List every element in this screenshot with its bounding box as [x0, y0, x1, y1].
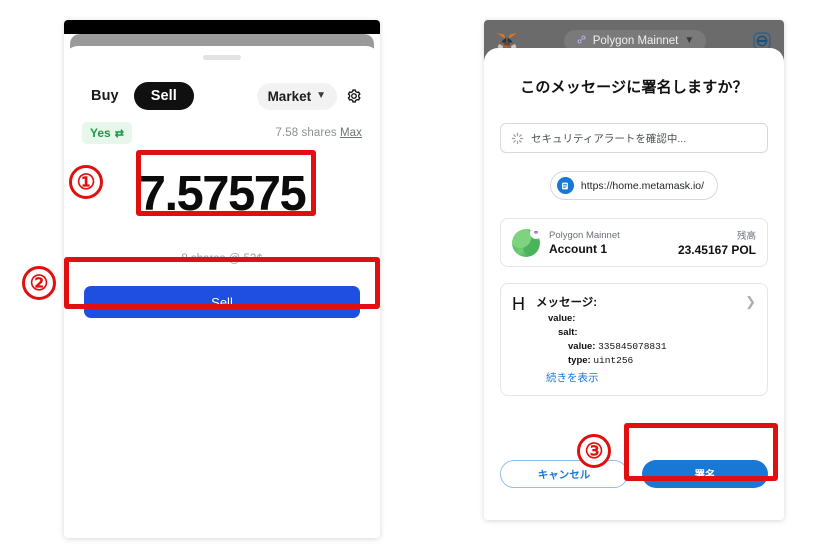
step-marker-3: ③ [577, 434, 611, 468]
signature-request-title: このメッセージに署名しますか？ [520, 79, 748, 96]
message-row-key: salt: [558, 327, 578, 338]
polymarket-trade-panel: Buy Sell Market ▼ Yes ⇄ 7.58 shares Max … [64, 20, 380, 538]
message-row: salt: [536, 327, 745, 338]
shares-available-label: 7.58 shares [275, 127, 337, 139]
account-info: Polygon Mainnet Account 1 [549, 230, 620, 256]
account-balance: 残高 23.45167 POL [678, 228, 756, 257]
network-badge-icon: ⚭ [530, 226, 542, 239]
chevron-down-icon: ▼ [684, 35, 695, 46]
balance-value: 23.45167 POL [677, 243, 756, 257]
amount-value: 7.57575 [138, 167, 307, 221]
origin-url-text: https://home.metamask.io/ [580, 179, 705, 192]
account-card[interactable]: ⚭ Polygon Mainnet Account 1 残高 23.45167 … [500, 218, 768, 267]
order-summary-text: 8 shares @ 52¢ [181, 253, 263, 265]
phone-status-bar [64, 20, 380, 34]
message-row-value: uint256 [593, 355, 634, 366]
loading-spinner-icon [511, 132, 524, 145]
message-row: value: [536, 313, 745, 324]
message-row: value: 335845078831 [536, 341, 745, 352]
security-alert-banner: セキュリティアラートを確認中... [500, 123, 768, 153]
avatar: ⚭ [512, 226, 542, 257]
message-row-value: 335845078831 [598, 341, 667, 352]
screenshot-stage: Buy Sell Market ▼ Yes ⇄ 7.58 shares Max … [0, 0, 840, 560]
message-header: H メッセージ: value: salt: value: 33584507883… [512, 294, 756, 385]
settings-button[interactable] [346, 88, 362, 104]
max-button[interactable]: Max [340, 127, 362, 139]
gear-icon [347, 89, 361, 103]
sign-button[interactable]: 署名 [642, 460, 768, 488]
step-marker-2: ② [22, 266, 56, 300]
message-row-key: value: [548, 313, 576, 324]
sheet-drag-handle[interactable] [203, 55, 241, 60]
see-more-link[interactable]: 続きを表示 [536, 370, 745, 385]
amount-display[interactable]: 7.57575 [64, 170, 380, 219]
swap-arrows-icon: ⇄ [114, 127, 124, 140]
account-name: Account 1 [549, 241, 608, 256]
outcome-row: Yes ⇄ 7.58 shares Max [82, 122, 362, 144]
balance-label: 残高 [736, 231, 756, 242]
order-type-label: Market [267, 88, 312, 104]
chevron-right-icon[interactable]: ❯ [745, 295, 756, 308]
message-heading: メッセージ: [536, 297, 598, 309]
metamask-content: このメッセージに署名しますか？ セキュリティアラートを確認中... https:… [484, 48, 784, 520]
trade-bottom-sheet: Buy Sell Market ▼ Yes ⇄ 7.58 shares Max … [64, 46, 380, 538]
outcome-toggle-yes[interactable]: Yes ⇄ [82, 122, 132, 144]
step-marker-1: ① [69, 165, 103, 199]
signature-actions: キャンセル 署名 [500, 460, 768, 488]
tab-sell[interactable]: Sell [133, 82, 194, 110]
tab-buy[interactable]: Buy [82, 82, 128, 110]
trade-header: Buy Sell Market ▼ [64, 82, 380, 110]
message-body: メッセージ: value: salt: value: 335845078831 [536, 294, 745, 385]
message-type-letter: H [512, 294, 525, 314]
message-row-key: type: [568, 355, 591, 366]
message-row: type: uint256 [536, 355, 745, 366]
chevron-down-icon: ▼ [316, 90, 326, 101]
network-label: Polygon Mainnet [592, 35, 679, 47]
sell-submit-button[interactable]: Sell [84, 286, 360, 318]
message-row-key: value: [568, 341, 596, 352]
site-badge-icon [556, 177, 574, 194]
origin-url-pill: https://home.metamask.io/ [549, 171, 719, 200]
account-network-label: Polygon Mainnet [549, 229, 620, 241]
cancel-button[interactable]: キャンセル [500, 460, 628, 488]
security-alert-text: セキュリティアラートを確認中... [531, 132, 687, 145]
message-details-card[interactable]: H メッセージ: value: salt: value: 33584507883… [500, 283, 768, 396]
shares-available-row: 7.58 shares Max [275, 127, 362, 139]
outcome-label: Yes [90, 126, 111, 140]
metamask-signature-panel: Polygon Mainnet ▼ このメッセージに署名しますか？ セキュリティ… [484, 20, 784, 520]
chain-link-icon [576, 34, 587, 48]
order-type-dropdown[interactable]: Market ▼ [256, 82, 337, 110]
